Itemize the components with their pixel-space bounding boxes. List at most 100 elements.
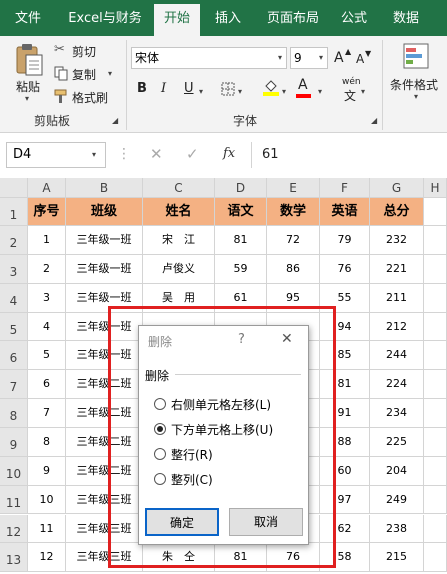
- border-dropdown-icon[interactable]: ▾: [238, 87, 242, 96]
- option-label[interactable]: 整行(R): [171, 446, 213, 463]
- table-cell[interactable]: 3: [28, 283, 66, 313]
- option-radio[interactable]: [154, 423, 166, 435]
- tab-insert[interactable]: 插入: [206, 0, 250, 36]
- table-cell[interactable]: 12: [28, 543, 66, 573]
- table-cell[interactable]: 2: [28, 254, 66, 284]
- tab-formulas[interactable]: 公式: [334, 0, 374, 36]
- column-header[interactable]: D: [215, 178, 267, 198]
- table-cell[interactable]: 86: [267, 254, 320, 284]
- table-cell[interactable]: [424, 198, 447, 226]
- table-header-cell[interactable]: 数学: [267, 198, 320, 226]
- column-header[interactable]: C: [143, 178, 215, 198]
- table-cell[interactable]: 卢俊义: [143, 254, 215, 284]
- table-cell[interactable]: [424, 312, 447, 342]
- paste-dropdown-icon[interactable]: ▾: [25, 94, 29, 103]
- table-cell[interactable]: [424, 254, 447, 284]
- column-header[interactable]: E: [267, 178, 320, 198]
- select-all-corner[interactable]: [0, 178, 28, 198]
- table-cell[interactable]: 211: [370, 283, 424, 313]
- italic-button[interactable]: I: [161, 81, 166, 96]
- option-radio[interactable]: [154, 398, 166, 410]
- table-header-cell[interactable]: 姓名: [143, 198, 215, 226]
- copy-button[interactable]: 复制 ▾: [52, 65, 116, 83]
- formula-input[interactable]: 61: [262, 147, 279, 162]
- ok-button[interactable]: 确定: [145, 508, 219, 536]
- table-cell[interactable]: 11: [28, 514, 66, 544]
- cancel-entry-icon[interactable]: ✕: [150, 145, 163, 163]
- tab-home[interactable]: 开始: [154, 4, 200, 36]
- conditional-format-dropdown-icon[interactable]: ▾: [414, 92, 418, 101]
- row-header[interactable]: 7: [0, 370, 28, 400]
- row-header[interactable]: 13: [0, 543, 28, 573]
- format-painter-button[interactable]: 格式刷: [52, 88, 116, 106]
- row-header[interactable]: 10: [0, 456, 28, 486]
- tab-page-layout[interactable]: 页面布局: [260, 0, 326, 36]
- phonetic-dropdown-icon[interactable]: ▾: [361, 87, 365, 96]
- table-cell[interactable]: [424, 514, 447, 544]
- grow-font-button[interactable]: A: [334, 50, 344, 66]
- phonetic-button[interactable]: wén: [342, 77, 361, 87]
- option-radio[interactable]: [154, 473, 166, 485]
- table-header-cell[interactable]: 序号: [28, 198, 66, 226]
- table-cell[interactable]: [424, 341, 447, 371]
- tab-file[interactable]: 文件: [6, 0, 50, 36]
- cut-button[interactable]: ✂ 剪切: [52, 42, 116, 60]
- table-cell[interactable]: 81: [215, 226, 267, 255]
- row-header[interactable]: 8: [0, 399, 28, 428]
- table-cell[interactable]: [424, 543, 447, 573]
- table-cell[interactable]: 三年级一班: [66, 254, 143, 284]
- table-cell[interactable]: 8: [28, 427, 66, 457]
- table-cell[interactable]: 234: [370, 399, 424, 428]
- column-header[interactable]: B: [66, 178, 143, 198]
- table-cell[interactable]: 238: [370, 514, 424, 544]
- table-cell[interactable]: 4: [28, 312, 66, 342]
- option-label[interactable]: 整列(C): [171, 471, 213, 488]
- table-header-cell[interactable]: 班级: [66, 198, 143, 226]
- table-cell[interactable]: 221: [370, 254, 424, 284]
- row-header[interactable]: 1: [0, 198, 28, 226]
- copy-dropdown-icon[interactable]: ▾: [108, 69, 112, 78]
- table-cell[interactable]: 三年级一班: [66, 226, 143, 255]
- conditional-format-button[interactable]: 条件格式 ▾: [386, 40, 447, 106]
- table-cell[interactable]: 7: [28, 399, 66, 428]
- table-cell[interactable]: 249: [370, 485, 424, 515]
- table-cell[interactable]: [424, 456, 447, 486]
- row-header[interactable]: 12: [0, 514, 28, 544]
- help-button[interactable]: ?: [238, 332, 245, 347]
- row-header[interactable]: 3: [0, 254, 28, 284]
- table-cell[interactable]: [424, 226, 447, 255]
- column-header[interactable]: H: [424, 178, 447, 198]
- table-cell[interactable]: 宋 江: [143, 226, 215, 255]
- shrink-font-button[interactable]: A: [356, 52, 364, 66]
- font-name-box[interactable]: 宋体: [131, 47, 287, 69]
- row-header[interactable]: 2: [0, 226, 28, 255]
- table-cell[interactable]: 244: [370, 341, 424, 371]
- font-launcher-icon[interactable]: ◢: [371, 116, 377, 125]
- name-box-dropdown-icon[interactable]: ▾: [92, 150, 96, 159]
- bold-button[interactable]: B: [137, 81, 147, 96]
- table-cell[interactable]: 10: [28, 485, 66, 515]
- table-header-cell[interactable]: 语文: [215, 198, 267, 226]
- table-cell[interactable]: 212: [370, 312, 424, 342]
- table-cell[interactable]: 9: [28, 456, 66, 486]
- table-cell[interactable]: 72: [267, 226, 320, 255]
- fill-color-icon[interactable]: [263, 78, 279, 96]
- font-name-dropdown-icon[interactable]: ▾: [278, 53, 282, 62]
- font-size-dropdown-icon[interactable]: ▾: [319, 53, 323, 62]
- column-header[interactable]: A: [28, 178, 66, 198]
- cancel-button[interactable]: 取消: [229, 508, 303, 536]
- row-header[interactable]: 4: [0, 283, 28, 313]
- option-radio[interactable]: [154, 448, 166, 460]
- paste-button[interactable]: 粘贴 ▾: [8, 40, 50, 106]
- insert-function-button[interactable]: fx: [223, 146, 235, 161]
- border-icon[interactable]: [221, 82, 235, 96]
- table-cell[interactable]: [424, 399, 447, 428]
- table-cell[interactable]: 76: [320, 254, 370, 284]
- row-header[interactable]: 5: [0, 312, 28, 342]
- table-cell[interactable]: [424, 283, 447, 313]
- table-cell[interactable]: 6: [28, 370, 66, 400]
- option-label[interactable]: 右侧单元格左移(L): [171, 396, 271, 413]
- table-cell[interactable]: 215: [370, 543, 424, 573]
- table-cell[interactable]: 204: [370, 456, 424, 486]
- font-color-dropdown-icon[interactable]: ▾: [318, 87, 322, 96]
